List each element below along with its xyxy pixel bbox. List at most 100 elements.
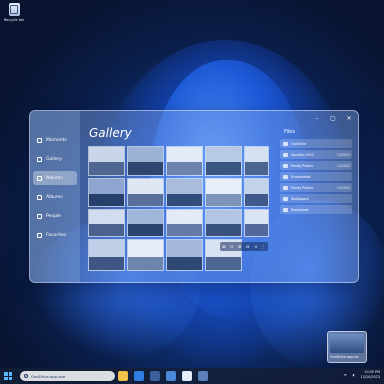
photo-thumbnail[interactable] [88, 146, 125, 176]
albums-icon [37, 175, 42, 181]
photo-thumbnail[interactable] [127, 239, 164, 271]
maximize-icon[interactable]: ▢ [330, 115, 336, 122]
taskbar-search[interactable]: OneDrive.app.exe [20, 371, 115, 381]
photo-thumbnail[interactable] [166, 146, 203, 176]
sidebar-item-gallery[interactable]: Gallery [33, 152, 77, 166]
file-name: Family Photos [291, 185, 314, 190]
desktop-icon-label: Recycle bin [3, 18, 25, 22]
window-controls: – ▢ ✕ [314, 115, 352, 122]
file-row[interactable]: Wallpapers [280, 194, 352, 203]
close-icon[interactable]: ✕ [346, 115, 352, 122]
sidebar-item-label: Gallery [46, 156, 63, 162]
start-logo-icon [4, 376, 8, 380]
sidebar-item-label: Moments [46, 137, 67, 143]
wifi-icon[interactable]: ≋ [344, 373, 347, 377]
sidebar-item-label: Albums [46, 175, 63, 181]
file-name: Family Photos [291, 163, 314, 168]
file-date: 12/2022 [336, 185, 350, 190]
toolbar-share-icon[interactable]: ⋖ [254, 244, 257, 249]
photo-thumbnail[interactable] [244, 178, 269, 207]
start-button[interactable] [4, 372, 12, 380]
mail-icon[interactable] [166, 371, 176, 381]
file-row[interactable]: Family Photos 12/2022 [280, 183, 352, 192]
file-row[interactable]: Vacation 2022 12/2022 [280, 150, 352, 159]
toolbar-crop-icon[interactable]: ⊡ [230, 244, 233, 249]
photo-thumbnail[interactable] [127, 146, 164, 176]
folder-icon [283, 163, 288, 168]
moments-icon [37, 137, 42, 143]
volume-icon[interactable]: ◖ [353, 373, 355, 377]
photo-grid [88, 146, 269, 271]
edge-icon[interactable] [134, 371, 144, 381]
photo-thumbnail[interactable] [166, 178, 203, 207]
toolbar-delete-icon[interactable]: ⊠ [222, 244, 225, 249]
folder-icon [283, 207, 288, 212]
sidebar-item-label: Favorites [46, 232, 67, 238]
photo-thumbnail[interactable] [88, 239, 125, 271]
folder-icon [283, 152, 288, 157]
file-name: Downloads [291, 207, 309, 212]
file-date: 12/2022 [336, 163, 350, 168]
people-icon [37, 213, 42, 219]
taskbar: OneDrive.app.exe ≋ ◖ 10:05 PM 12/20/2023 [0, 368, 384, 384]
sidebar-item-people[interactable]: People [33, 209, 77, 223]
thumbnail-label: OneDrive.app.ex [330, 355, 359, 359]
gallery-icon [37, 156, 42, 162]
start-logo-icon [4, 372, 8, 376]
photo-thumbnail[interactable] [127, 209, 164, 237]
photo-thumbnail[interactable] [166, 239, 203, 271]
file-date: 12/2022 [336, 152, 350, 157]
thumbnail-preview [330, 334, 364, 353]
folder-icon [283, 141, 288, 146]
photo-thumbnail[interactable] [88, 178, 125, 207]
file-name: OneDrive [291, 141, 306, 146]
favorites-icon [37, 232, 42, 238]
toolbar-grid-icon[interactable]: ⊞ [238, 244, 241, 249]
file-row[interactable]: OneDrive [280, 139, 352, 148]
file-name: Vacation 2022 [291, 152, 314, 157]
photos-app-icon[interactable] [182, 371, 192, 381]
sidebar-item-albums[interactable]: Albums [33, 171, 77, 185]
store-icon[interactable] [150, 371, 160, 381]
photo-thumbnail[interactable] [244, 209, 269, 237]
search-icon [24, 374, 28, 378]
photo-thumbnail[interactable] [127, 178, 164, 207]
sidebar-item-label: Albums [46, 194, 63, 200]
system-tray: ≋ ◖ 10:05 PM 12/20/2023 [344, 370, 380, 380]
photo-toolbar: ⊠ ⊡ ⊞ ⊟ ⋖ ⋮ [220, 242, 268, 251]
photo-thumbnail[interactable] [166, 209, 203, 237]
photo-thumbnail[interactable] [244, 146, 269, 176]
folder-icon [283, 185, 288, 190]
files-panel-title: Files [284, 129, 295, 135]
file-row[interactable]: Screenshots [280, 172, 352, 181]
start-logo-icon [8, 376, 12, 380]
minimize-icon[interactable]: – [314, 115, 320, 122]
photo-thumbnail[interactable] [205, 178, 242, 207]
settings-icon[interactable] [198, 371, 208, 381]
photo-thumbnail[interactable] [205, 146, 242, 176]
folder-icon [283, 174, 288, 179]
gallery-window: – ▢ ✕ Moments Gallery Albums Albums Peop… [29, 110, 359, 283]
notification-thumbnail[interactable]: OneDrive.app.ex [327, 331, 367, 363]
sidebar-item-favorites[interactable]: Favorites [33, 228, 77, 242]
desktop-recycle-bin[interactable]: Recycle bin [3, 3, 25, 22]
file-name: Screenshots [291, 174, 311, 179]
recycle-bin-icon [8, 3, 20, 16]
photo-thumbnail[interactable] [205, 209, 242, 237]
taskbar-apps [118, 371, 208, 381]
file-name: Wallpapers [291, 196, 309, 201]
file-explorer-icon[interactable] [118, 371, 128, 381]
sidebar: Moments Gallery Albums Albums People Fav… [30, 111, 80, 282]
clock[interactable]: 10:05 PM 12/20/2023 [360, 370, 380, 380]
toolbar-more-icon[interactable]: ⋮ [262, 244, 266, 249]
files-panel: Files OneDrive Vacation 2022 12/2022 Fam… [280, 129, 352, 269]
search-text: OneDrive.app.exe [31, 373, 66, 379]
sidebar-item-moments[interactable]: Moments [33, 133, 77, 147]
sidebar-item-albums-2[interactable]: Albums [33, 190, 77, 204]
file-row[interactable]: Family Photos 12/2022 [280, 161, 352, 170]
photo-thumbnail[interactable] [88, 209, 125, 237]
file-row[interactable]: Downloads [280, 205, 352, 214]
albums-icon [37, 194, 42, 200]
toolbar-edit-icon[interactable]: ⊟ [246, 244, 249, 249]
sidebar-item-label: People [46, 213, 61, 219]
